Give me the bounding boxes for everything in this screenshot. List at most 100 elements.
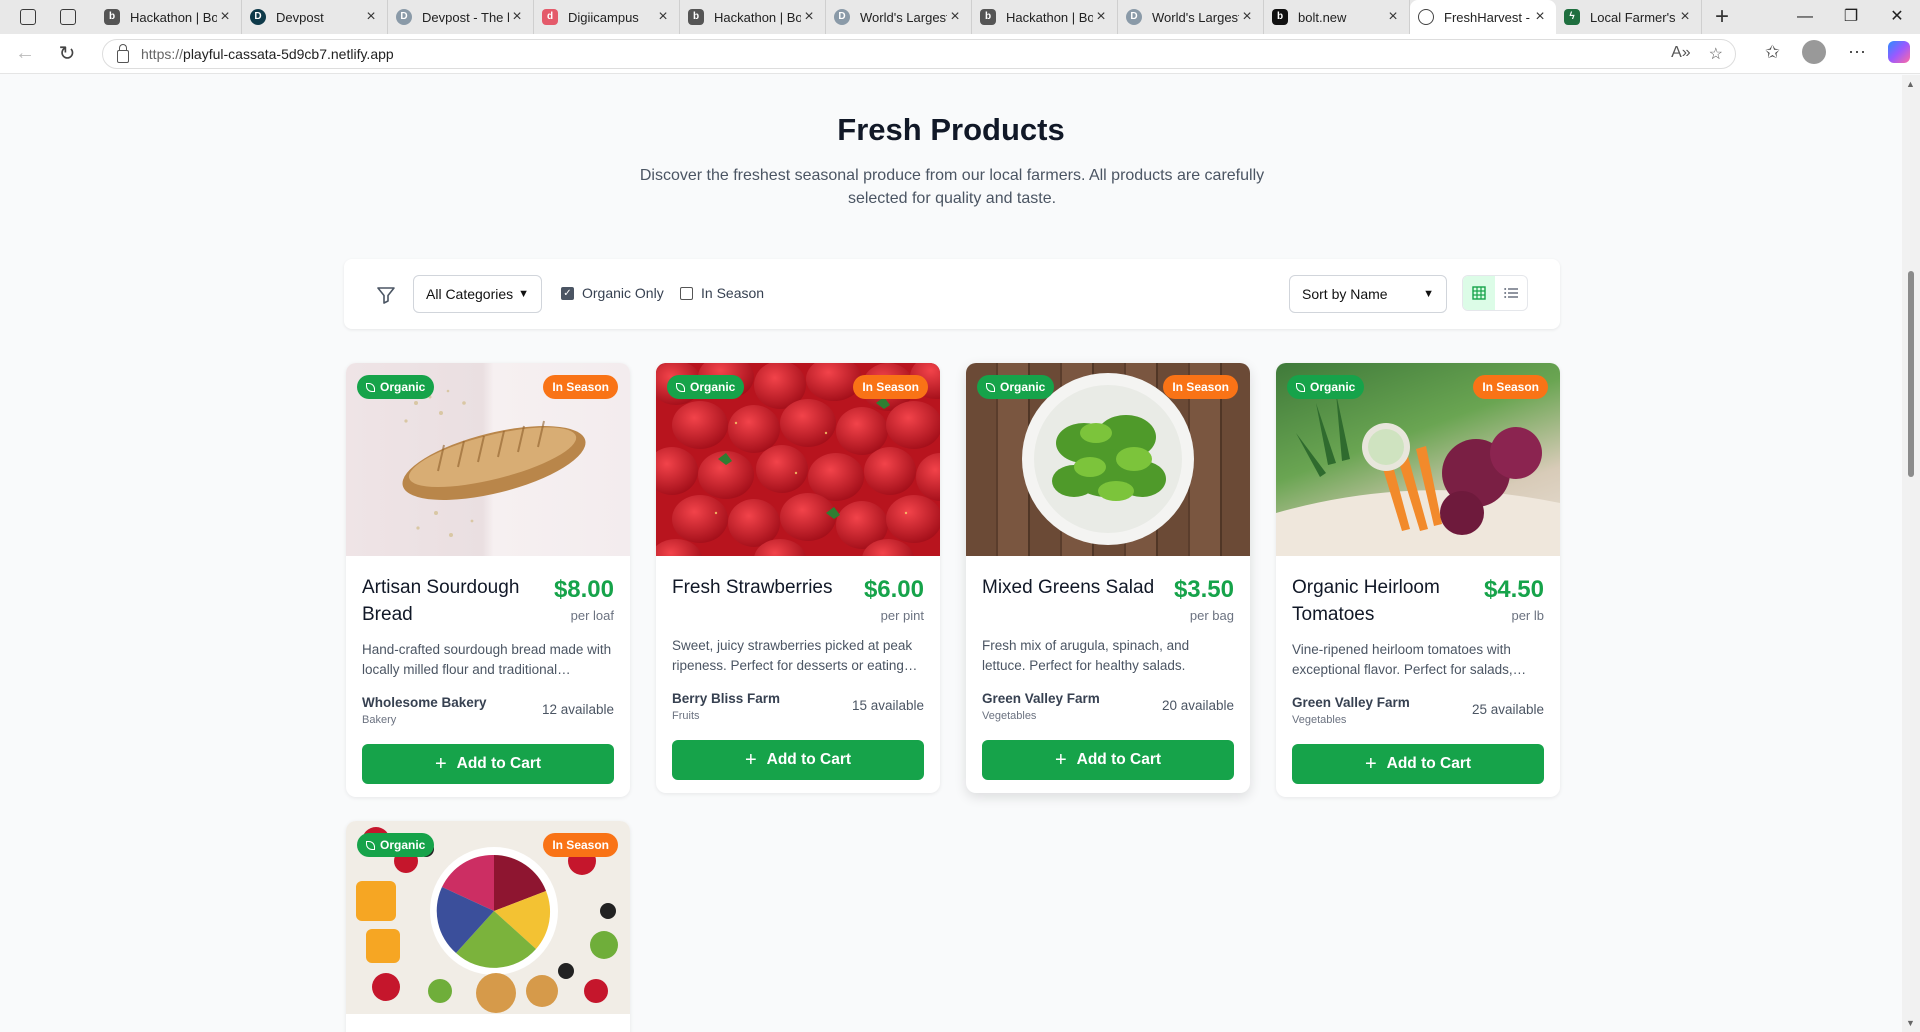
list-icon [1504, 288, 1518, 298]
tab-title: World's Largest [1152, 9, 1239, 25]
browser-tab-active[interactable]: FreshHarvest - L × [1410, 0, 1556, 34]
page-subtitle: Discover the freshest seasonal produce f… [639, 167, 1265, 207]
organic-only-checkbox[interactable]: ✓ Organic Only [561, 285, 664, 301]
add-to-cart-button[interactable]: + Add to Cart [982, 740, 1234, 780]
plus-icon: + [434, 752, 447, 775]
category-select[interactable]: All Categories ▼ [413, 275, 542, 313]
product-unit: per lb [1511, 608, 1544, 623]
browser-tab[interactable]: b Hackathon | Bolt × [680, 0, 826, 34]
workspaces-icon[interactable] [20, 9, 36, 25]
favorite-star-icon[interactable]: ☆ [1709, 44, 1723, 64]
page-scrollbar[interactable]: ▲ ▼ [1902, 75, 1920, 1032]
tab-title: World's Largest [860, 9, 947, 25]
globe-icon [1418, 9, 1434, 25]
product-description: Fresh mix of arugula, spinach, and lettu… [982, 638, 1190, 673]
browser-tab[interactable]: D Devpost × [242, 0, 388, 34]
close-tab-icon[interactable]: × [1532, 8, 1548, 26]
tab-title: Hackathon | Bolt [130, 9, 217, 25]
chevron-down-icon: ▼ [518, 288, 529, 300]
favicon-icon: b [1272, 9, 1288, 25]
browser-tab[interactable]: D World's Largest × [826, 0, 972, 34]
scroll-down-icon[interactable]: ▼ [1906, 1018, 1915, 1028]
close-tab-icon[interactable]: × [217, 8, 233, 26]
product-image-bread[interactable]: Organic In Season [346, 363, 630, 556]
close-tab-icon[interactable]: × [801, 8, 817, 26]
browser-tab[interactable]: b Hackathon | Bolt × [96, 0, 242, 34]
profile-avatar[interactable] [1802, 40, 1826, 64]
organic-badge-label: Organic [380, 380, 426, 394]
leaf-icon [676, 382, 685, 392]
card-body: Fresh Strawberries $6.00 per pint Sweet,… [656, 556, 940, 780]
add-to-cart-button[interactable]: + Add to Cart [362, 744, 614, 784]
browser-tab[interactable]: b bolt.new × [1264, 0, 1410, 34]
product-card: Organic In Season Fresh Strawberries $6.… [656, 363, 940, 793]
farm-name[interactable]: Green Valley Farm [1292, 695, 1410, 710]
tab-actions-icon[interactable] [60, 9, 76, 25]
add-to-cart-button[interactable]: + Add to Cart [672, 740, 924, 780]
add-to-cart-label: Add to Cart [1386, 755, 1472, 772]
organic-badge: Organic [357, 375, 435, 399]
product-image-greens[interactable]: Organic In Season [966, 363, 1250, 556]
minimize-icon[interactable]: — [1782, 0, 1828, 34]
close-tab-icon[interactable]: × [1239, 8, 1255, 26]
farm-name[interactable]: Berry Bliss Farm [672, 691, 780, 706]
organic-badge: Organic [667, 375, 745, 399]
farm-name[interactable]: Wholesome Bakery [362, 695, 487, 710]
product-card: Organic In Season [346, 821, 630, 1032]
close-window-icon[interactable]: ✕ [1874, 0, 1920, 34]
scroll-up-icon[interactable]: ▲ [1906, 79, 1915, 89]
back-icon[interactable]: ← [8, 42, 42, 65]
list-view-button[interactable] [1495, 276, 1527, 310]
window-controls: — ❐ ✕ [1782, 0, 1920, 34]
product-image-fruit-bowl[interactable]: Organic In Season [346, 821, 630, 1014]
add-to-cart-button[interactable]: + Add to Cart [1292, 744, 1544, 784]
stock-available: 25 available [1471, 702, 1544, 717]
close-tab-icon[interactable]: × [655, 8, 671, 26]
checkbox-unchecked-icon[interactable] [680, 286, 693, 300]
browser-tab[interactable]: D Devpost - The h × [388, 0, 534, 34]
more-menu-icon[interactable]: ⋯ [1848, 42, 1866, 63]
browser-tab[interactable]: ϟ Local Farmer's M× [1556, 0, 1702, 34]
close-tab-icon[interactable]: × [509, 8, 525, 26]
copilot-icon[interactable] [1888, 41, 1910, 63]
plus-icon: + [1054, 748, 1067, 771]
close-tab-icon[interactable]: × [947, 8, 963, 26]
sort-select[interactable]: Sort by Name ▼ [1289, 275, 1447, 313]
url-actions: A» ☆ [1671, 44, 1723, 64]
checkbox-checked-icon[interactable]: ✓ [561, 286, 574, 300]
farm-name[interactable]: Green Valley Farm [982, 691, 1100, 706]
product-name[interactable]: Artisan Sourdough Bread [362, 574, 532, 628]
close-tab-icon[interactable]: × [1677, 8, 1693, 26]
close-tab-icon[interactable]: × [1385, 8, 1401, 26]
product-name[interactable]: Mixed Greens Salad [982, 574, 1162, 601]
restore-icon[interactable]: ❐ [1828, 0, 1874, 34]
scrollbar-thumb[interactable] [1908, 271, 1914, 477]
product-name[interactable]: Organic Heirloom Tomatoes [1292, 574, 1462, 628]
product-price: $4.50 [1483, 576, 1544, 603]
favorites-icon[interactable]: ✩ [1765, 42, 1780, 63]
close-tab-icon[interactable]: × [363, 8, 379, 26]
product-image-strawberries[interactable]: Organic In Season [656, 363, 940, 556]
category-select-value: All Categories [426, 286, 514, 302]
refresh-icon[interactable]: ↻ [50, 41, 84, 66]
new-tab-button[interactable]: + [1702, 3, 1742, 31]
favicon-icon: d [542, 9, 558, 25]
browser-tab-bar: b Hackathon | Bolt × D Devpost × D Devpost - … [0, 0, 1920, 34]
organic-badge-label: Organic [690, 380, 736, 394]
url-input[interactable]: https://playful-cassata-5d9cb7.netlify.a… [102, 39, 1736, 69]
favicon-icon: D [1126, 9, 1142, 25]
product-name[interactable]: Fresh Strawberries [672, 574, 842, 601]
in-season-badge: In Season [853, 375, 928, 399]
lock-icon[interactable] [117, 43, 129, 63]
grid-icon [1472, 286, 1486, 300]
plus-icon: + [744, 748, 757, 771]
read-aloud-icon[interactable]: A» [1671, 44, 1691, 64]
product-card: Organic In Season Mixed Greens Salad $3.… [966, 363, 1250, 793]
browser-tab[interactable]: D World's Largest × [1118, 0, 1264, 34]
browser-tab[interactable]: d Digiicampus × [534, 0, 680, 34]
grid-view-button[interactable] [1463, 276, 1495, 310]
product-image-tomatoes[interactable]: Organic In Season [1276, 363, 1560, 556]
browser-tab[interactable]: b Hackathon | Bolt × [972, 0, 1118, 34]
close-tab-icon[interactable]: × [1093, 8, 1109, 26]
in-season-checkbox[interactable]: In Season [680, 285, 764, 301]
